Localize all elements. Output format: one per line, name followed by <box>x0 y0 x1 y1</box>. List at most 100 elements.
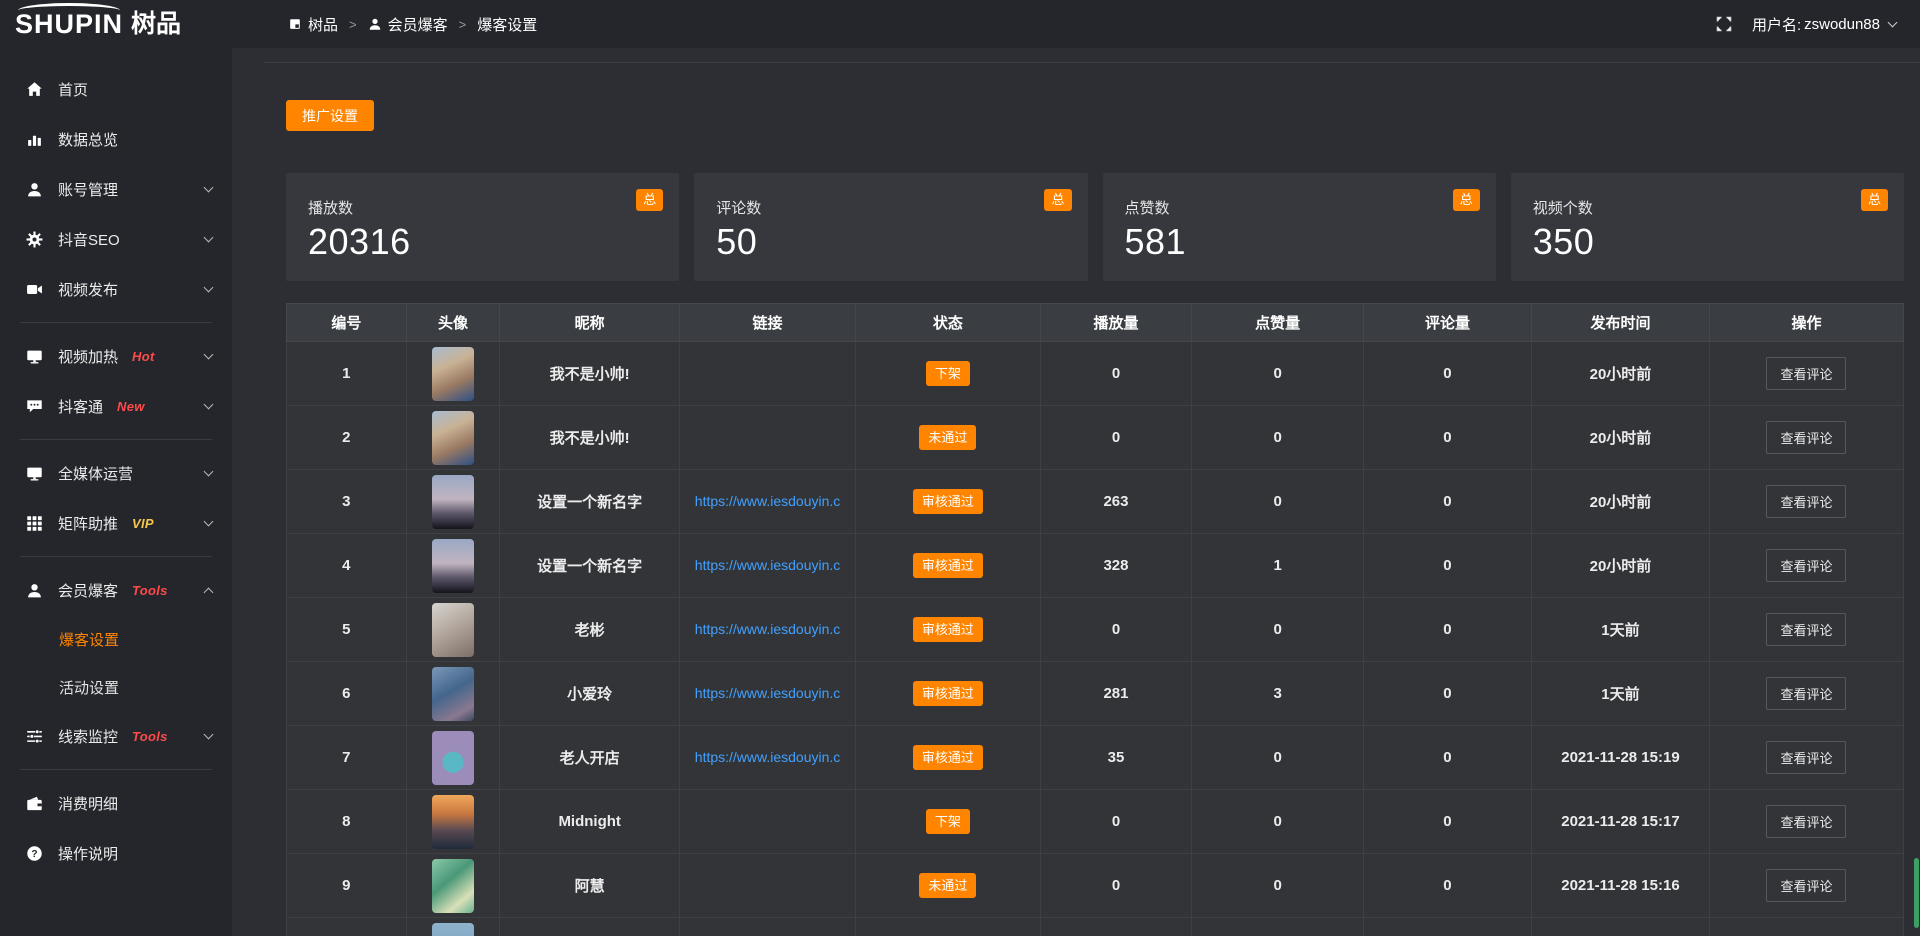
video-link[interactable]: https://www.iesdouyin.c <box>695 621 841 637</box>
gear-icon <box>26 231 43 248</box>
breadcrumb-label: 树品 <box>308 14 338 35</box>
stat-card-label: 评论数 <box>716 197 1067 218</box>
sidebar-subitem[interactable]: 爆客设置 <box>0 615 232 663</box>
monitor-icon <box>26 348 43 365</box>
chevron-down-icon <box>204 466 214 476</box>
stat-card-value: 20316 <box>308 221 659 263</box>
sidebar-item[interactable]: 数据总览 <box>0 114 232 164</box>
stat-card-label: 播放数 <box>308 197 659 218</box>
brand-logo-cn: 树品 <box>131 12 181 37</box>
table-row: 6 小爱玲 https://www.iesdouyin.c 审核通过 281 3… <box>287 662 1904 726</box>
chevron-down-icon <box>204 232 214 242</box>
avatar <box>432 795 474 849</box>
cell-id: 9 <box>287 854 407 918</box>
cell-likes: 0 <box>1192 854 1363 918</box>
view-comments-button[interactable]: 查看评论 <box>1766 869 1846 902</box>
divider <box>264 62 1920 63</box>
cell-nickname: 我不是小帅! <box>500 406 679 470</box>
cell-id: 3 <box>287 470 407 534</box>
avatar <box>432 539 474 593</box>
cell-publish-time: 20小时前 <box>1532 406 1710 470</box>
sidebar-item[interactable]: 消费明细 <box>0 778 232 828</box>
fullscreen-icon[interactable] <box>1716 16 1732 32</box>
cell-publish-time: 20小时前 <box>1532 470 1710 534</box>
svg-text:?: ? <box>31 848 37 859</box>
sidebar-item-label: 全媒体运营 <box>58 463 133 484</box>
sidebar-item[interactable]: 视频发布 <box>0 264 232 314</box>
user-menu[interactable]: 用户名: zswodun88 <box>1752 14 1896 35</box>
cell-comments: 0 <box>1363 406 1531 470</box>
column-header: 编号 <box>287 304 407 342</box>
cell-id <box>287 918 407 936</box>
sidebar-item[interactable]: 抖音SEO <box>0 214 232 264</box>
breadcrumb-label: 爆客设置 <box>477 14 537 35</box>
stat-card-value: 350 <box>1533 221 1884 263</box>
monitor-icon <box>26 465 43 482</box>
cell-plays <box>1040 918 1192 936</box>
stat-card: 点赞数 581 总 <box>1103 173 1496 281</box>
cell-nickname: 阿慧 <box>500 854 679 918</box>
status-badge: 审核通过 <box>913 617 983 643</box>
cell-id: 1 <box>287 342 407 406</box>
view-comments-button[interactable]: 查看评论 <box>1766 549 1846 582</box>
video-link[interactable]: https://www.iesdouyin.c <box>695 685 841 701</box>
sidebar-item[interactable]: 矩阵助推 VIP <box>0 498 232 548</box>
view-comments-button[interactable]: 查看评论 <box>1766 485 1846 518</box>
sidebar-item[interactable]: 首页 <box>0 64 232 114</box>
cell-publish-time: 1天前 <box>1532 598 1710 662</box>
video-icon <box>26 281 43 298</box>
user-icon <box>26 181 43 198</box>
status-badge: 审核通过 <box>913 681 983 707</box>
grid-icon <box>26 515 43 532</box>
sidebar-item-label: 抖音SEO <box>58 229 120 250</box>
cell-nickname: 我不是小帅! <box>500 342 679 406</box>
brand-logo[interactable]: SHUPIN 树品 <box>0 0 232 48</box>
status-badge: 审核通过 <box>913 553 983 579</box>
view-comments-button[interactable]: 查看评论 <box>1766 613 1846 646</box>
promotion-settings-button[interactable]: 推广设置 <box>286 100 374 131</box>
cell-plays: 0 <box>1040 598 1192 662</box>
view-comments-button[interactable]: 查看评论 <box>1766 677 1846 710</box>
cell-publish-time: 20小时前 <box>1532 342 1710 406</box>
chevron-down-icon <box>204 729 214 739</box>
breadcrumb-item[interactable]: 树品 <box>288 14 338 35</box>
sidebar-item-label: 抖客通 <box>58 396 103 417</box>
cell-comments: 0 <box>1363 470 1531 534</box>
scrollbar-thumb[interactable] <box>1914 858 1919 928</box>
sidebar-item[interactable]: 视频加热 Hot <box>0 331 232 381</box>
sidebar: SHUPIN 树品 首页 数据总览 账号管理 抖音SEO 视频发布 视频加热 H… <box>0 0 232 936</box>
view-comments-button[interactable]: 查看评论 <box>1766 357 1846 390</box>
view-comments-button[interactable]: 查看评论 <box>1766 421 1846 454</box>
video-link[interactable]: https://www.iesdouyin.c <box>695 557 841 573</box>
sidebar-item[interactable]: 账号管理 <box>0 164 232 214</box>
sidebar-item[interactable]: 全媒体运营 <box>0 448 232 498</box>
chevron-down-icon <box>204 182 214 192</box>
sidebar-item[interactable]: 会员爆客 Tools <box>0 565 232 615</box>
table-row: 5 老彬 https://www.iesdouyin.c 审核通过 0 0 0 … <box>287 598 1904 662</box>
cell-likes <box>1192 918 1363 936</box>
video-link[interactable]: https://www.iesdouyin.c <box>695 493 841 509</box>
avatar <box>432 603 474 657</box>
sidebar-item[interactable]: 抖客通 New <box>0 381 232 431</box>
breadcrumb-item[interactable]: 爆客设置 <box>477 14 537 35</box>
stat-card-label: 点赞数 <box>1125 197 1476 218</box>
sidebar-item-tag: Tools <box>132 729 168 744</box>
wallet-icon <box>26 795 43 812</box>
cell-plays: 0 <box>1040 854 1192 918</box>
view-comments-button[interactable]: 查看评论 <box>1766 741 1846 774</box>
chevron-down-icon <box>204 399 214 409</box>
view-comments-button[interactable]: 查看评论 <box>1766 805 1846 838</box>
breadcrumb-item[interactable]: 会员爆客 <box>368 14 448 35</box>
sidebar-item-label: 数据总览 <box>58 129 118 150</box>
sidebar-subitem[interactable]: 活动设置 <box>0 663 232 711</box>
chart-icon <box>26 131 43 148</box>
main-column: 树品 > 会员爆客 > 爆客设置 用户名: zswodun88 推广设置 播放数… <box>232 0 1920 936</box>
sidebar-item[interactable]: 线索监控 Tools <box>0 711 232 761</box>
cell-nickname <box>500 918 679 936</box>
status-badge: 审核通过 <box>913 489 983 515</box>
breadcrumb: 树品 > 会员爆客 > 爆客设置 <box>288 14 537 35</box>
video-link[interactable]: https://www.iesdouyin.c <box>695 749 841 765</box>
table-header-row: 编号头像昵称链接状态播放量点赞量评论量发布时间操作 <box>287 304 1904 342</box>
sidebar-item[interactable]: ? 操作说明 <box>0 828 232 878</box>
cell-likes: 0 <box>1192 342 1363 406</box>
